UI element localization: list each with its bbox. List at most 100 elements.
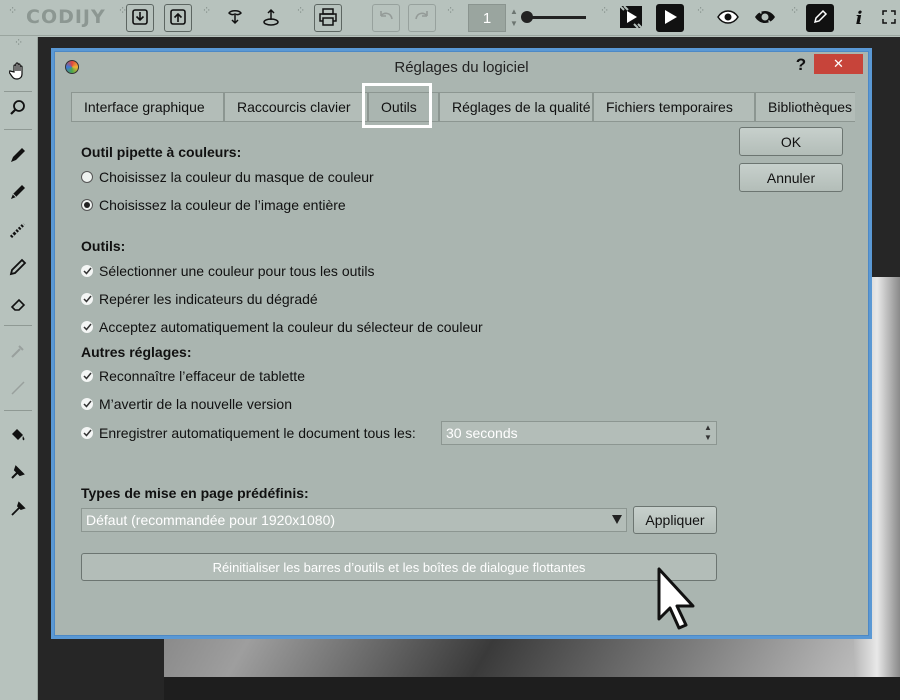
redo-icon xyxy=(413,8,431,29)
eye-dots-icon xyxy=(754,9,776,28)
toolbar-grip[interactable]: ⁘ xyxy=(14,38,23,60)
save-button[interactable] xyxy=(164,4,192,32)
pixel-brush-tool[interactable] xyxy=(5,218,31,244)
picker-section-title: Outil pipette à couleurs: xyxy=(81,144,242,160)
picker-option-image[interactable]: Choisissez la couleur de l’image entière xyxy=(81,195,346,215)
apply-button[interactable]: Appliquer xyxy=(633,506,717,534)
hand-drop-icon xyxy=(225,7,245,30)
toolbar-grip[interactable]: ⁘ xyxy=(600,6,609,28)
tools-section-title: Outils: xyxy=(81,238,126,254)
layouts-section-title: Types de mise en page prédéfinis: xyxy=(81,485,309,501)
layout-select[interactable]: Défaut (recommandée pour 1920x1080) xyxy=(81,508,627,532)
ok-button[interactable]: OK xyxy=(739,127,843,156)
dialog-title: Réglages du logiciel xyxy=(394,59,529,76)
line-tool[interactable] xyxy=(5,376,31,402)
toolbar-grip[interactable]: ⁘ xyxy=(8,6,17,28)
zoom-slider-track[interactable] xyxy=(524,16,586,19)
eyedropper-tool[interactable] xyxy=(5,497,31,523)
info-button[interactable]: i xyxy=(845,4,873,32)
pencil-tool[interactable] xyxy=(5,255,31,281)
toolbar-grip[interactable]: ⁘ xyxy=(696,6,705,28)
marker-tool[interactable] xyxy=(5,143,31,169)
tab-quality[interactable]: Réglages de la qualité xyxy=(439,92,593,121)
spinner-arrows-icon[interactable]: ▲ ▼ xyxy=(703,423,713,443)
stamp-tool[interactable] xyxy=(5,460,31,486)
other-option-new-version[interactable]: M’avertir de la nouvelle version xyxy=(81,394,292,414)
tools-option-auto-accept[interactable]: Acceptez automatiquement la couleur du s… xyxy=(81,317,483,337)
divider xyxy=(4,129,32,130)
toolbar-grip[interactable]: ⁘ xyxy=(202,6,211,28)
hand-icon xyxy=(8,61,27,83)
mouse-cursor-icon xyxy=(656,567,700,633)
tools-option-gradient[interactable]: Repérer les indicateurs du dégradé xyxy=(81,289,318,309)
edit-button[interactable] xyxy=(806,4,834,32)
tab-temp-files[interactable]: Fichiers temporaires xyxy=(593,92,755,121)
eraser-tool[interactable] xyxy=(5,292,31,318)
radio-button[interactable] xyxy=(81,171,93,183)
zoom-icon xyxy=(9,99,27,120)
expand-icon xyxy=(882,9,896,27)
zoom-tool[interactable] xyxy=(5,96,31,122)
page-spinner[interactable]: ▲ ▼ xyxy=(509,6,519,30)
tab-libraries[interactable]: Bibliothèques xyxy=(755,92,855,121)
autosave-interval-field[interactable]: 30 seconds ▲ ▼ xyxy=(441,421,717,445)
picker-option-mask[interactable]: Choisissez la couleur du masque de coule… xyxy=(81,167,374,187)
help-button[interactable]: ? xyxy=(791,55,811,77)
toolbar-grip[interactable]: ⁘ xyxy=(790,6,799,28)
page-number-field[interactable]: 1 xyxy=(468,4,506,32)
toolbar-grip[interactable]: ⁘ xyxy=(296,6,305,28)
upload-icon xyxy=(169,8,187,29)
compare-button[interactable] xyxy=(751,4,779,32)
slideshow-button[interactable] xyxy=(617,4,645,32)
marker-icon xyxy=(9,146,27,167)
checkbox-checked[interactable] xyxy=(81,427,93,439)
print-button[interactable] xyxy=(314,4,342,32)
play-button[interactable] xyxy=(656,4,684,32)
other-option-tablet-eraser[interactable]: Reconnaître l’effaceur de tablette xyxy=(81,366,305,386)
checkbox-checked[interactable] xyxy=(81,321,93,333)
play-icon xyxy=(662,9,678,28)
tools-option-color-all[interactable]: Sélectionner une couleur pour tous les o… xyxy=(81,261,375,281)
toolbar-grip[interactable]: ⁘ xyxy=(118,6,127,28)
print-icon xyxy=(318,7,338,29)
undo-button[interactable] xyxy=(372,4,400,32)
zoom-slider-handle[interactable] xyxy=(521,11,533,23)
export-button[interactable] xyxy=(257,4,285,32)
fill-tool[interactable] xyxy=(5,423,31,449)
checkbox-checked[interactable] xyxy=(81,265,93,277)
tab-bar: Interface graphique Raccourcis clavier O… xyxy=(71,92,855,122)
autosave-interval-value: 30 seconds xyxy=(446,425,518,441)
dropper-tool[interactable] xyxy=(5,339,31,365)
reset-toolbars-button[interactable]: Réinitialiser les barres d’outils et les… xyxy=(81,553,717,581)
toolbar-grip[interactable]: ⁘ xyxy=(446,6,455,28)
radio-button-selected[interactable] xyxy=(81,199,93,211)
info-icon: i xyxy=(855,7,863,29)
checkbox-checked[interactable] xyxy=(81,293,93,305)
app-logo: CODIJY xyxy=(26,6,106,28)
tab-shortcuts[interactable]: Raccourcis clavier xyxy=(224,92,368,121)
checkbox-checked[interactable] xyxy=(81,370,93,382)
redo-button[interactable] xyxy=(408,4,436,32)
option-label: Enregistrer automatiquement le document … xyxy=(99,425,416,441)
close-button[interactable]: ✕ xyxy=(814,54,863,74)
tab-interface[interactable]: Interface graphique xyxy=(71,92,224,121)
film-play-icon xyxy=(619,4,643,32)
preview-button[interactable] xyxy=(714,4,742,32)
check-icon xyxy=(82,372,92,380)
expand-button[interactable] xyxy=(878,4,900,32)
pencil-icon xyxy=(9,258,27,279)
divider xyxy=(4,325,32,326)
cancel-button[interactable]: Annuler xyxy=(739,163,843,192)
dialog-title-bar[interactable]: Réglages du logiciel ? ✕ xyxy=(55,52,868,82)
pan-tool[interactable] xyxy=(5,59,31,85)
photo-detail xyxy=(164,677,900,700)
open-button[interactable] xyxy=(126,4,154,32)
drop-upload-icon xyxy=(261,7,281,30)
pixel-brush-icon xyxy=(9,221,27,242)
marker-alt-tool[interactable] xyxy=(5,180,31,206)
option-label: M’avertir de la nouvelle version xyxy=(99,396,292,412)
divider xyxy=(4,410,32,411)
other-option-autosave[interactable]: Enregistrer automatiquement le document … xyxy=(81,423,416,443)
import-button[interactable] xyxy=(221,4,249,32)
checkbox-checked[interactable] xyxy=(81,398,93,410)
